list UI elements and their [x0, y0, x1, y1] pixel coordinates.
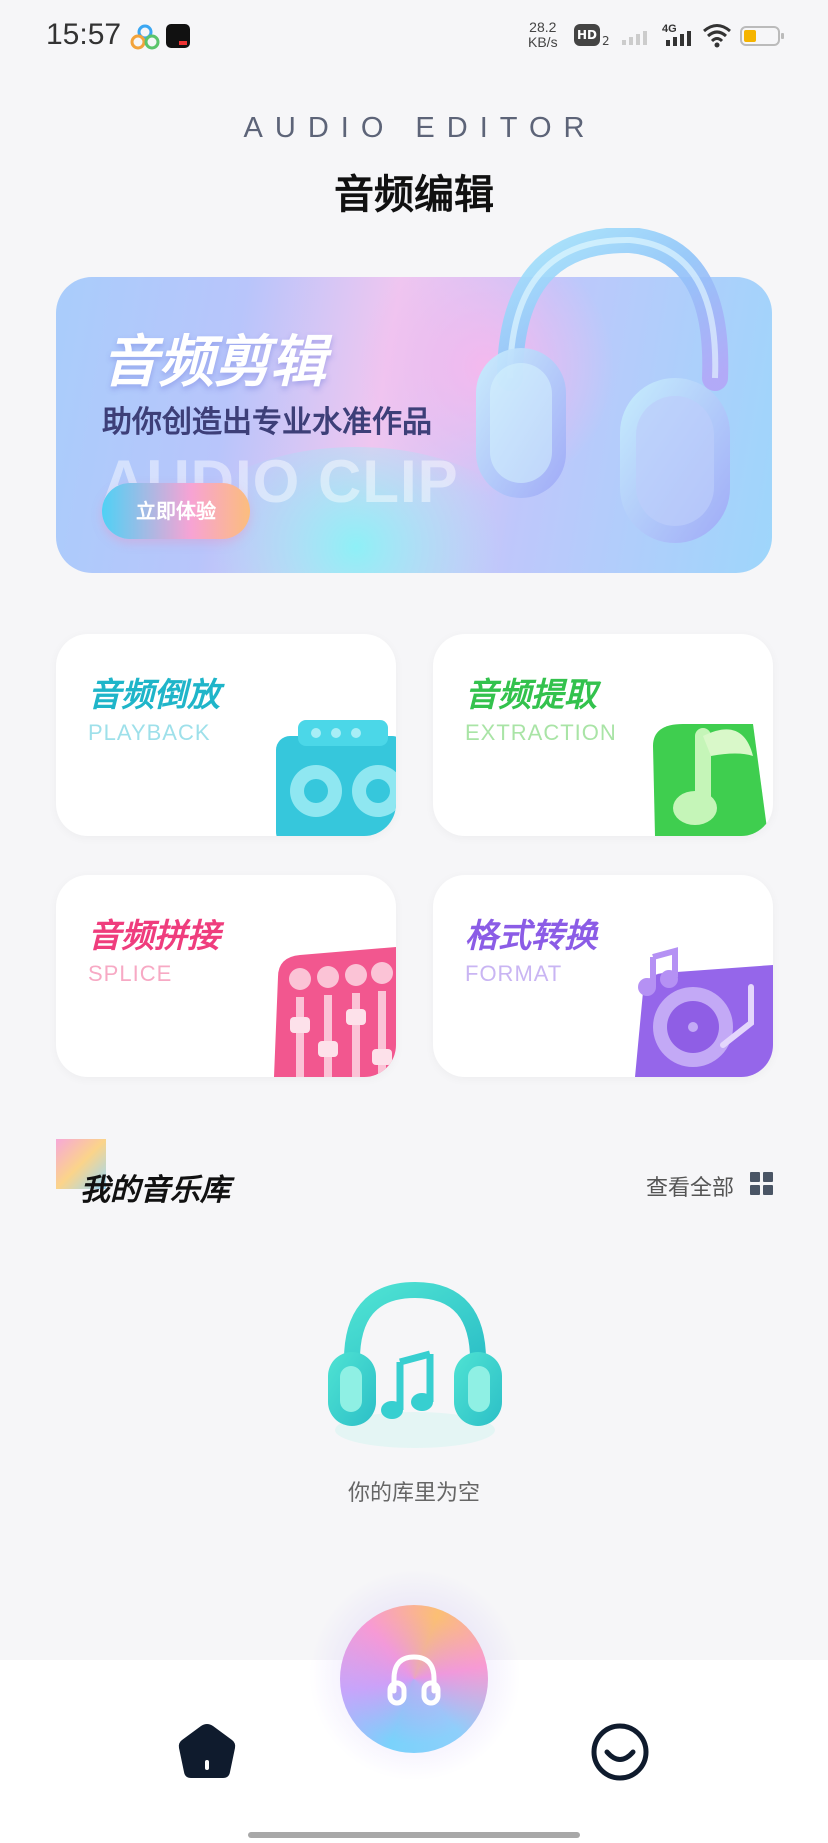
audio-center-button[interactable]	[340, 1605, 488, 1753]
headphones-icon	[387, 1654, 441, 1706]
status-time: 15:57	[46, 18, 122, 51]
hd-voice-sub: 2	[602, 34, 610, 48]
banner-subtitle: 助你创造出专业水准作品	[102, 405, 432, 440]
feature-card-splice[interactable]: 音频拼接 SPLICE	[56, 875, 396, 1077]
empty-library-text: 你的库里为空	[347, 1481, 480, 1506]
music-note-icon	[653, 724, 768, 836]
feature-subtitle: FORMAT	[465, 961, 563, 986]
cassette-player-icon	[276, 720, 396, 836]
feature-title: 音频提取	[465, 675, 597, 714]
feature-title: 格式转换	[465, 916, 597, 955]
grid-icon[interactable]	[750, 1172, 774, 1196]
mixer-icon	[274, 947, 396, 1077]
empty-library-headphones-icon	[328, 1281, 502, 1448]
page-title: 音频编辑	[334, 172, 494, 218]
smile-face-icon[interactable]	[590, 1722, 650, 1782]
signal-sim2-icon: 4G	[662, 23, 691, 46]
network-type-label: 4G	[662, 23, 677, 35]
feature-card-extraction[interactable]: 音频提取 EXTRACTION	[433, 634, 773, 836]
battery-icon	[740, 26, 784, 46]
feature-subtitle: SPLICE	[88, 961, 173, 986]
headphones-illustration	[476, 228, 730, 543]
wifi-icon	[703, 24, 731, 48]
network-speed-unit: KB/s	[528, 34, 558, 50]
feature-subtitle: PLAYBACK	[88, 720, 211, 745]
network-speed-value: 28.2	[529, 19, 557, 35]
feature-subtitle: EXTRACTION	[465, 720, 617, 745]
library-title: 我的音乐库	[80, 1173, 230, 1208]
network-speed: 28.2 KB/s	[528, 20, 558, 50]
status-bar: 15:57 28.2 KB/s HD 2 4G	[0, 0, 828, 74]
feature-title: 音频倒放	[88, 675, 220, 714]
douyin-notification-icon	[166, 24, 190, 48]
view-all-link[interactable]: 查看全部	[646, 1170, 734, 1202]
app-notification-icon	[130, 24, 160, 50]
signal-sim1-icon	[622, 31, 647, 45]
feature-card-format[interactable]: 格式转换 FORMAT	[433, 875, 773, 1077]
turntable-icon	[635, 947, 773, 1077]
home-indicator[interactable]	[248, 1832, 580, 1838]
home-icon[interactable]	[176, 1720, 238, 1782]
banner-title: 音频剪辑	[102, 330, 326, 395]
hd-voice-icon: HD	[574, 24, 600, 46]
page-title-en: AUDIO EDITOR	[243, 112, 597, 144]
feature-card-playback[interactable]: 音频倒放 PLAYBACK	[56, 634, 396, 836]
feature-title: 音频拼接	[88, 916, 220, 955]
try-now-button[interactable]: 立即体验	[102, 483, 250, 539]
